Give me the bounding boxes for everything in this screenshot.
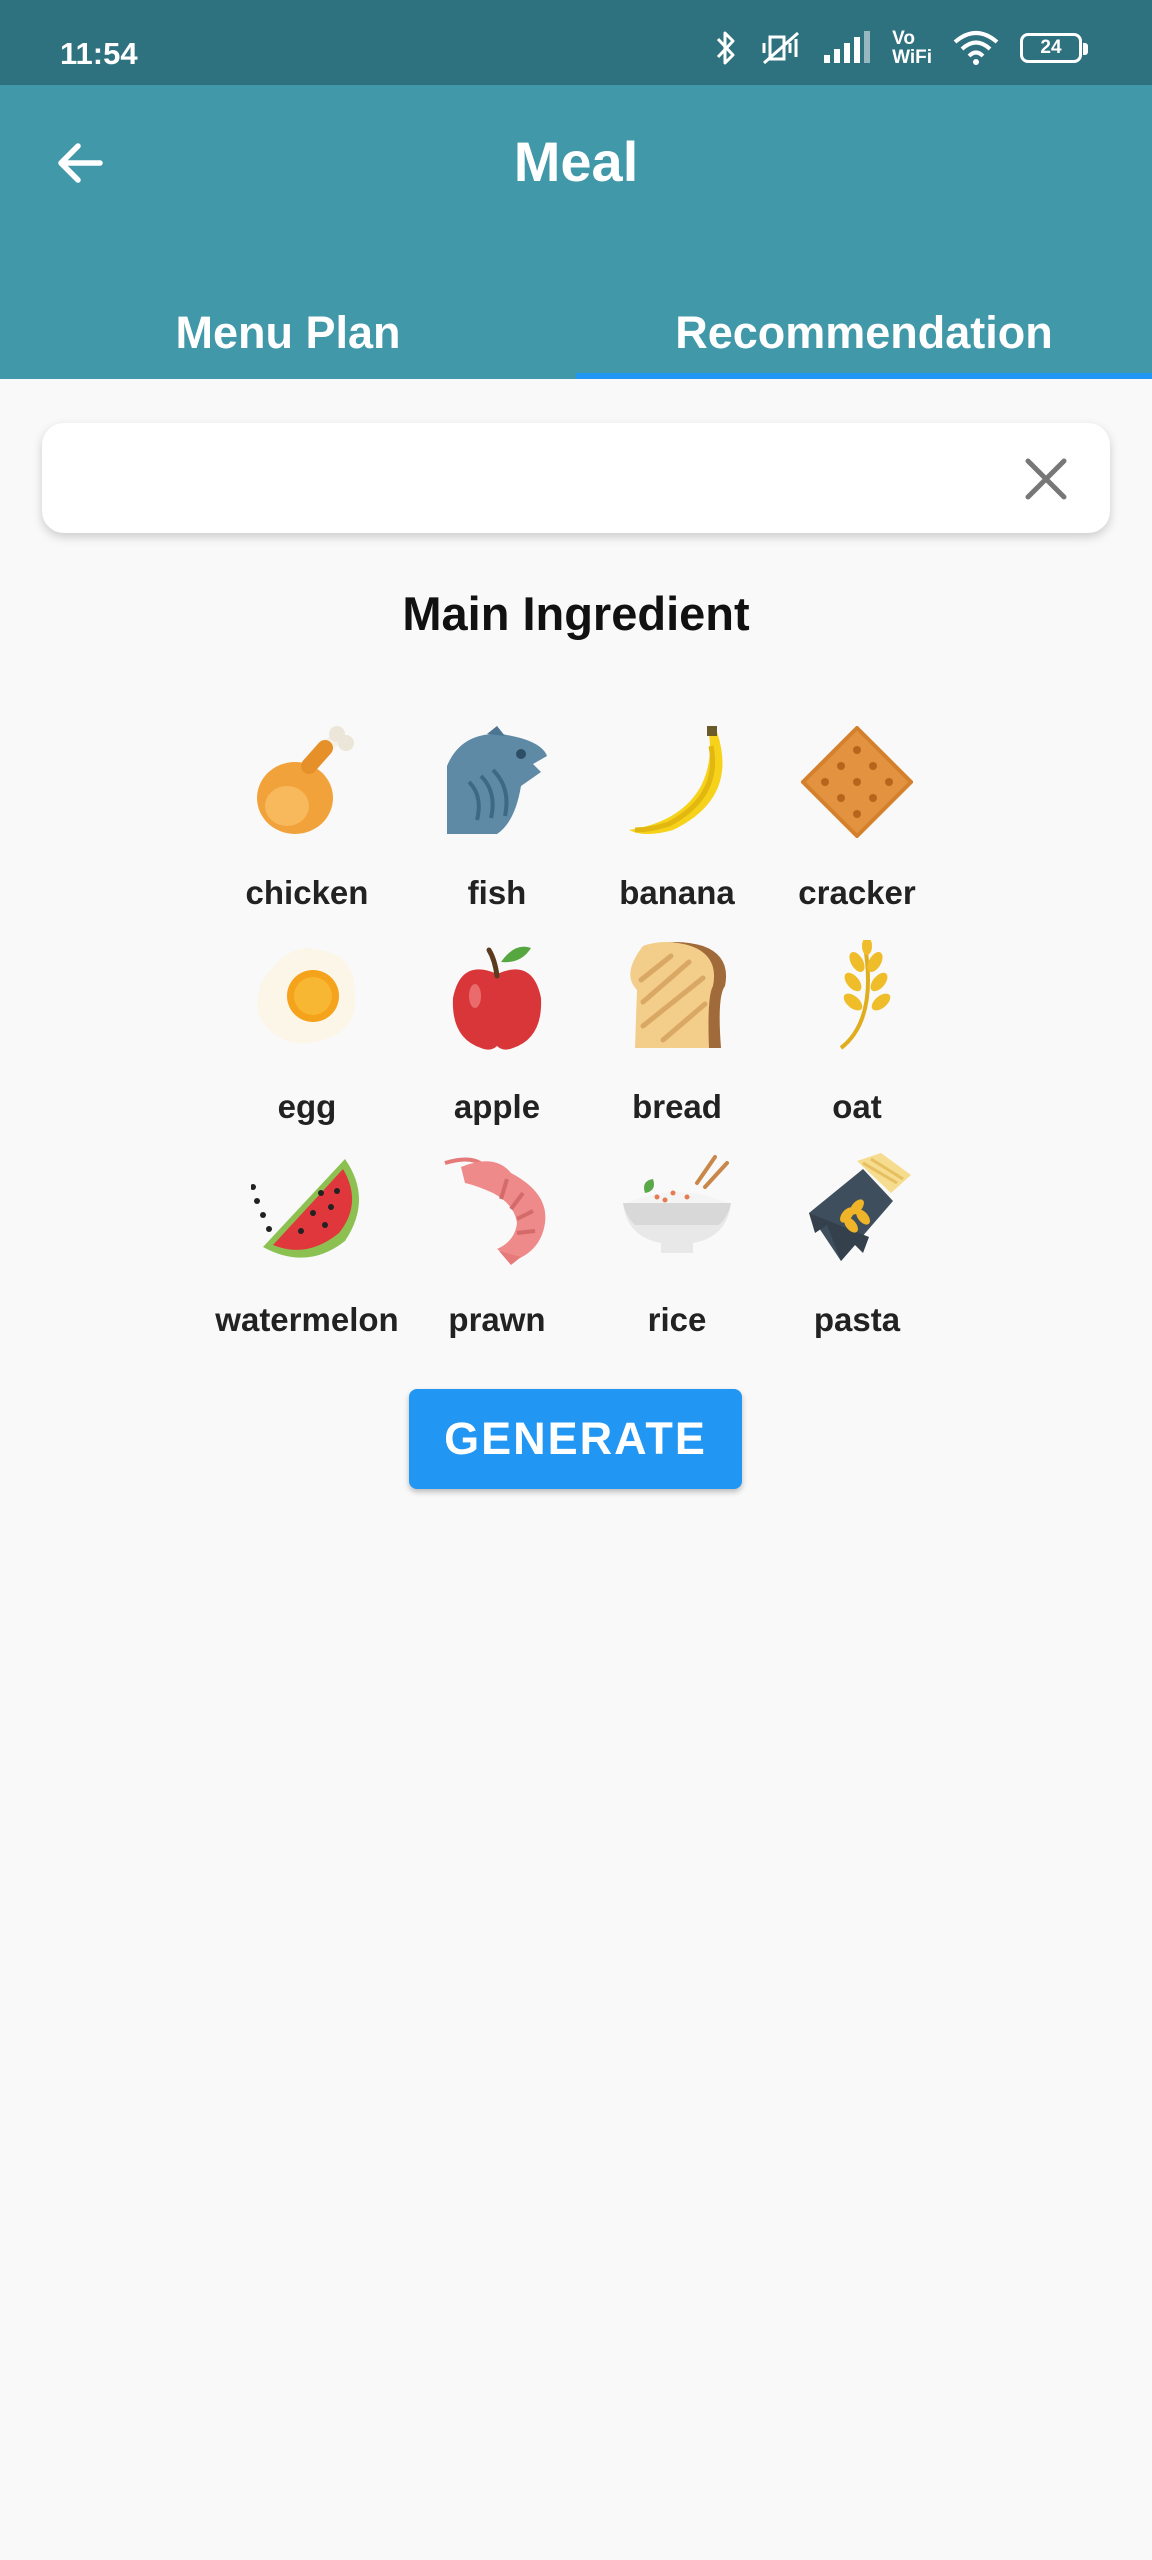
tab-recommendation[interactable]: Recommendation <box>576 293 1152 379</box>
battery-icon: 24 <box>1020 33 1088 63</box>
vowifi-bottom-label: WiFi <box>892 47 932 68</box>
bread-icon <box>630 942 727 1048</box>
ingredient-label: oat <box>832 1088 882 1125</box>
ingredient-oat[interactable]: oat <box>757 940 957 1130</box>
search-card <box>42 423 1110 533</box>
fish-icon <box>447 726 547 834</box>
status-time: 11:54 <box>60 36 138 71</box>
ingredient-label: pasta <box>813 1301 901 1338</box>
watermelon-icon <box>251 1159 359 1258</box>
prawn-icon <box>444 1157 546 1265</box>
page-title: Meal <box>513 130 639 193</box>
status-bar: 11:54 Vo WiFi 24 <box>0 0 1152 85</box>
tab-recommendation-label: Recommendation <box>675 307 1053 358</box>
tab-menu-plan-label: Menu Plan <box>175 307 401 358</box>
wifi-icon <box>953 31 999 65</box>
tab-indicator <box>576 373 1152 379</box>
rice-icon <box>623 1155 731 1253</box>
pasta-icon <box>809 1153 911 1261</box>
close-icon <box>1025 458 1067 500</box>
search-input[interactable] <box>72 443 996 515</box>
app-bar: Meal Menu Plan Recommendation <box>0 85 1152 379</box>
vowifi-icon: Vo WiFi <box>892 29 932 67</box>
vowifi-top-label: Vo <box>892 28 915 49</box>
egg-icon <box>257 948 356 1044</box>
chicken-icon <box>257 726 354 834</box>
bluetooth-icon <box>716 31 735 65</box>
ingredient-label: cracker <box>798 874 916 911</box>
oat-icon <box>839 940 891 1050</box>
signal-icon <box>824 31 871 63</box>
banana-icon <box>629 726 723 834</box>
section-title: Main Ingredient <box>402 587 750 640</box>
ingredient-pasta[interactable]: pasta <box>757 1153 957 1343</box>
status-icons: Vo WiFi 24 <box>714 28 1088 68</box>
apple-icon <box>452 946 542 1050</box>
cracker-icon <box>801 726 913 838</box>
ingredient-cracker[interactable]: cracker <box>757 726 957 916</box>
generate-button[interactable]: GENERATE <box>409 1389 742 1489</box>
battery-level: 24 <box>1040 37 1062 58</box>
clear-button[interactable] <box>1018 451 1074 507</box>
mute-icon <box>762 31 800 65</box>
tab-menu-plan[interactable]: Menu Plan <box>0 293 576 379</box>
